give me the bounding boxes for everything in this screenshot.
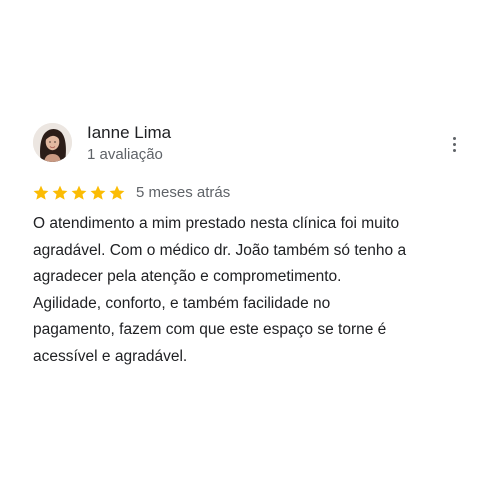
star-icon (71, 185, 87, 200)
review-text-line: agradável. Com o médico dr. João também … (33, 241, 407, 259)
review-date: 5 meses atrás (136, 184, 231, 201)
star-rating (32, 184, 126, 202)
more-vert-icon (452, 136, 456, 140)
avatar-photo (33, 123, 72, 162)
star-icon (33, 185, 49, 200)
avatar[interactable] (33, 123, 72, 162)
review-text-line: acessível e agradável. (33, 347, 188, 365)
more-options-button[interactable] (444, 133, 464, 155)
review-text-line: pagamento, fazem com que este espaço se … (33, 321, 387, 338)
review-card: Ianne Lima 1 avaliação 5 meses atrás O a… (0, 0, 500, 500)
reviewer-name[interactable]: Ianne Lima (87, 123, 171, 143)
star-icon (109, 185, 125, 200)
more-vert-icon-dot (452, 142, 456, 146)
review-text-line: agradecer pela atenção e comprometimento… (33, 268, 342, 285)
star-icon (90, 185, 106, 200)
more-vert-icon-dot (452, 148, 456, 152)
review-text: O atendimento a mim prestado nesta clíni… (33, 211, 473, 370)
rating-row: 5 meses atrás (32, 183, 230, 203)
reviewer-review-count: 1 avaliação (87, 146, 163, 163)
review-text-line: O atendimento a mim prestado nesta clíni… (33, 215, 400, 232)
review-text-line: Agilidade, conforto, e também facilidade… (33, 294, 331, 312)
star-icon (52, 185, 68, 200)
